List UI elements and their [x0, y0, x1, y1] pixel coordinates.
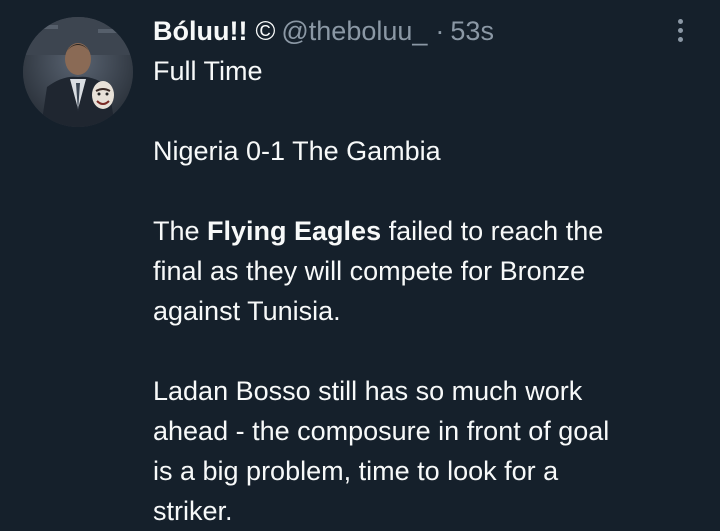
bold-team-name: Flying Eagles [207, 216, 382, 246]
tweet-line: ahead - the composure in front of goal [153, 416, 610, 446]
tweet-line: is a big problem, time to look for a [153, 456, 559, 486]
tweet-line: Ladan Bosso still has so much work [153, 376, 583, 406]
copyright-badge: © [255, 16, 276, 46]
avatar[interactable] [23, 17, 133, 127]
display-name[interactable]: Bóluu!! [153, 14, 247, 48]
tweet-header: Bóluu!! © @theboluu_ · 53s [153, 14, 494, 48]
tweet-text-span: failed to reach the [381, 216, 604, 246]
tweet-text-span: The [153, 216, 208, 246]
tweet-line: final as they will compete for Bronze [153, 256, 586, 286]
tweet-line: The Flying Eagles failed to reach the [153, 211, 693, 251]
timestamp[interactable]: 53s [450, 14, 494, 48]
tweet-line: Full Time [153, 56, 263, 86]
user-handle[interactable]: @theboluu_ [281, 14, 427, 48]
more-vertical-icon[interactable] [666, 16, 694, 44]
tweet-text: Full Time Nigeria 0-1 The Gambia The Fly… [153, 51, 693, 531]
tweet-line: Nigeria 0-1 The Gambia [153, 136, 441, 166]
tweet: Bóluu!! © @theboluu_ · 53s Full Time Nig… [0, 0, 720, 529]
tweet-line: striker. [153, 496, 233, 526]
separator-dot: · [435, 16, 445, 46]
avatar-image [23, 17, 133, 127]
tweet-line: against Tunisia. [153, 296, 341, 326]
